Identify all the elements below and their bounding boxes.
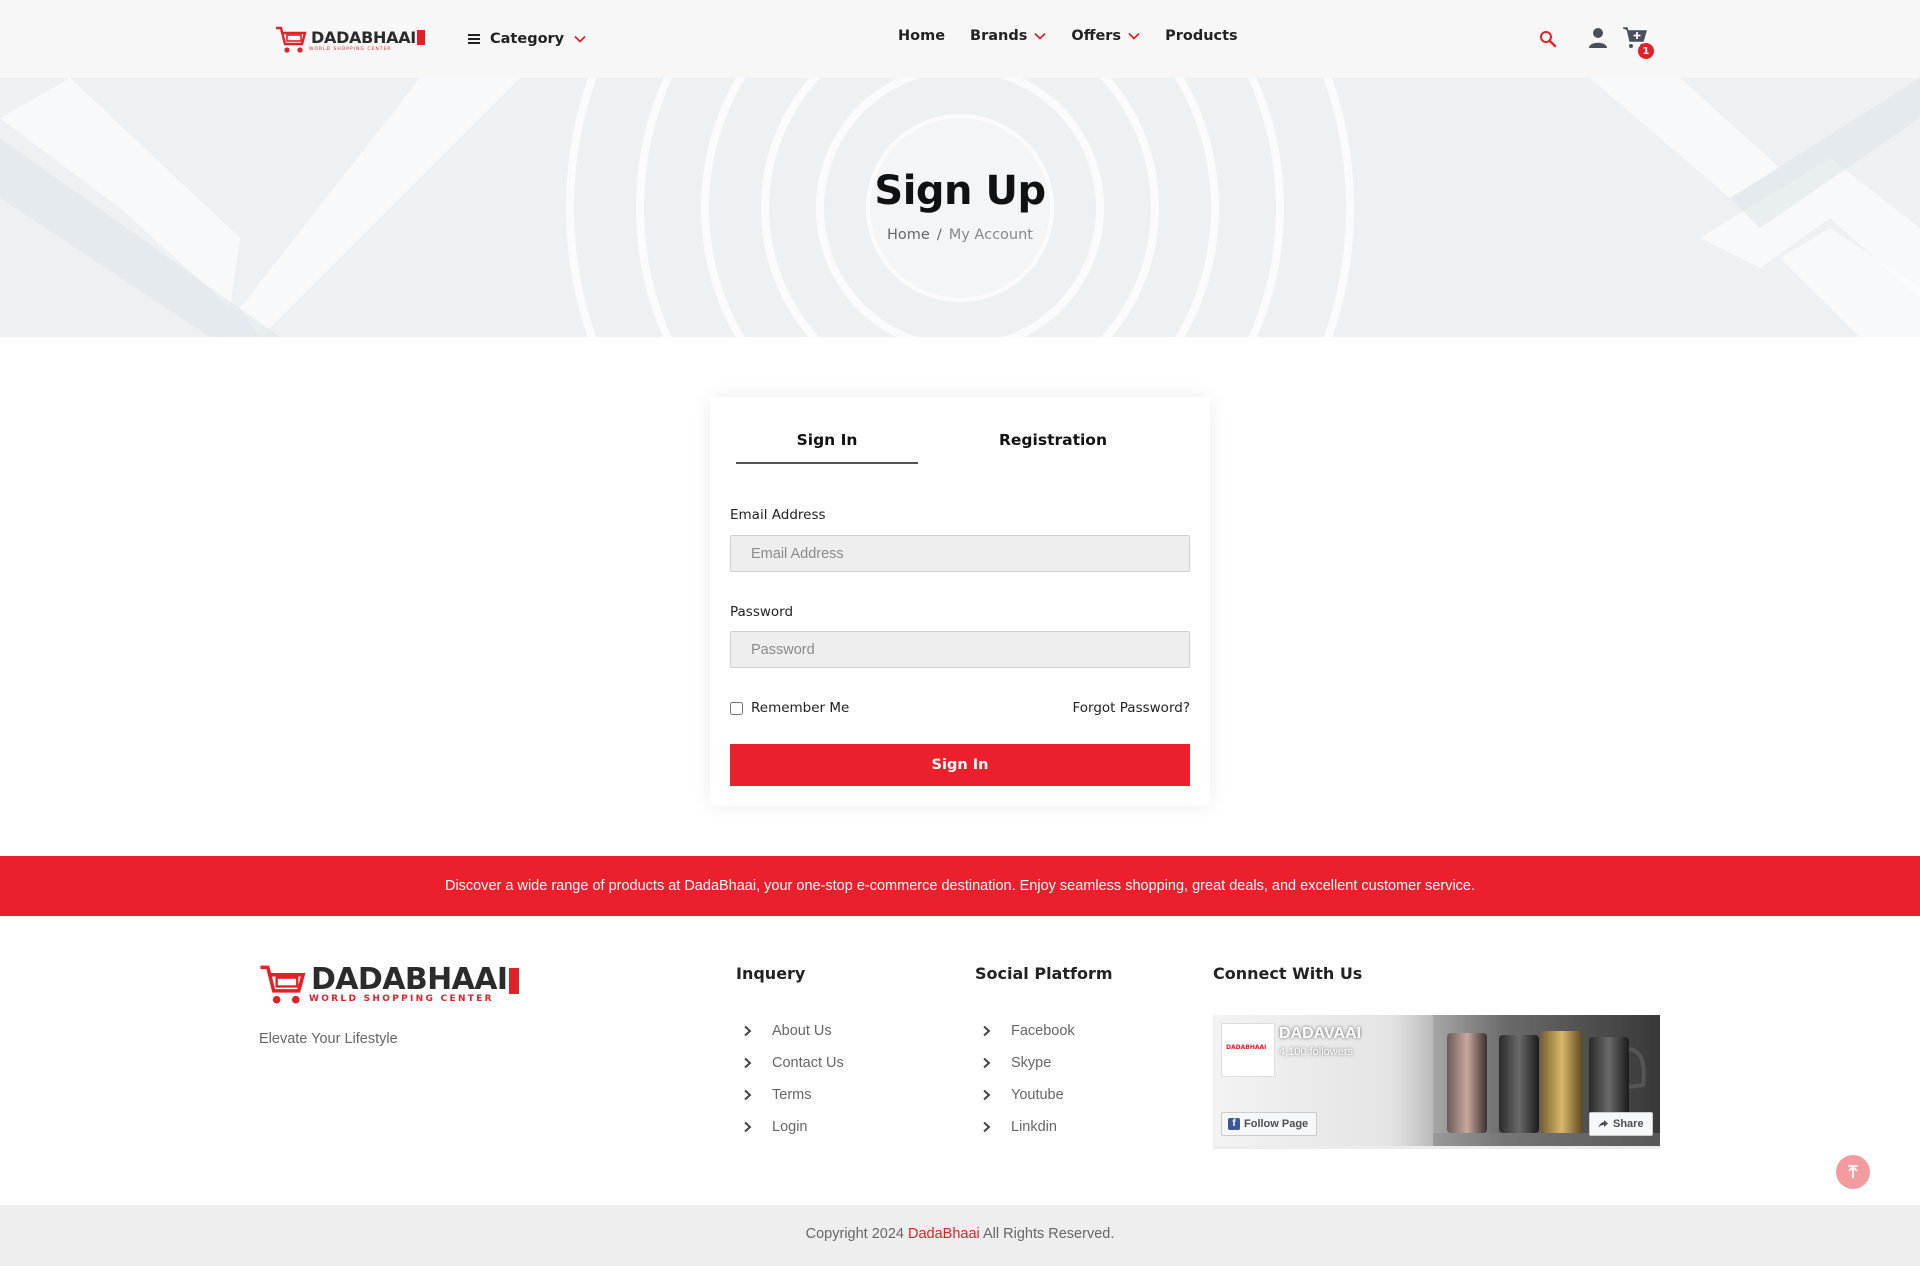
search-icon[interactable] — [1538, 29, 1558, 49]
tab-sign-in[interactable]: Sign In — [736, 431, 918, 449]
chevron-down-icon — [1034, 32, 1047, 40]
remember-me-label: Remember Me — [751, 700, 850, 716]
footer-link-label: Youtube — [1011, 1087, 1064, 1103]
copyright-prefix: Copyright 2024 — [805, 1226, 909, 1242]
chevron-right-icon — [983, 1057, 991, 1069]
nav-brands-label: Brands — [970, 28, 1028, 44]
footer-link-label: Linkdin — [1011, 1119, 1057, 1135]
category-menu-button[interactable]: Category — [468, 29, 586, 49]
fb-followers-count: 4,100 followers — [1279, 1046, 1353, 1058]
footer-inquery-list: About Us Contact Us Terms Login — [736, 1015, 844, 1143]
footer-link-label: About Us — [772, 1023, 832, 1039]
chevron-right-icon — [983, 1025, 991, 1037]
chevron-down-icon — [574, 35, 586, 43]
footer-link-contact-us[interactable]: Contact Us — [736, 1047, 844, 1079]
footer-link-label: Contact Us — [772, 1055, 844, 1071]
footer-logo-subtitle: WORLD SHOPPING CENTER — [309, 994, 494, 1004]
footer-link-label: Facebook — [1011, 1023, 1075, 1039]
facebook-page-widget[interactable]: DADABHAAI DADAVAAI 4,100 followers f Fol… — [1213, 1015, 1660, 1149]
footer-social-list: Facebook Skype Youtube Linkdin — [975, 1015, 1075, 1143]
category-label: Category — [490, 31, 565, 47]
footer-link-label: Terms — [772, 1087, 812, 1103]
page-hero: Sign Up Home / My Account — [0, 78, 1920, 337]
cart-logo-icon — [260, 965, 306, 1004]
fb-page-name[interactable]: DADAVAAI — [1279, 1025, 1361, 1043]
copyright-brand-link[interactable]: DadaBhaai — [908, 1226, 980, 1242]
footer-link-label: Login — [772, 1119, 808, 1135]
main-nav: Home Brands Offers Products — [898, 28, 1238, 44]
email-label: Email Address — [730, 507, 826, 523]
fb-follow-label: Follow Page — [1244, 1118, 1309, 1130]
fb-follow-page-button[interactable]: f Follow Page — [1221, 1112, 1318, 1136]
breadcrumb-separator: / — [936, 227, 942, 243]
footer-inquery-title: Inquery — [736, 964, 806, 983]
logo-tag — [509, 968, 520, 994]
breadcrumb-current: My Account — [948, 227, 1033, 243]
page-title: Sign Up — [874, 168, 1046, 214]
footer-link-skype[interactable]: Skype — [975, 1047, 1075, 1079]
site-logo[interactable]: DADABHAAI WORLD SHOPPING CENTER — [275, 25, 425, 55]
footer-link-facebook[interactable]: Facebook — [975, 1015, 1075, 1047]
copyright-bar: Copyright 2024 DadaBhaai All Rights Rese… — [0, 1205, 1920, 1266]
facebook-icon: f — [1228, 1118, 1240, 1130]
chevron-right-icon — [744, 1089, 752, 1101]
nav-home-label: Home — [898, 28, 946, 44]
active-tab-indicator — [736, 462, 918, 464]
footer-connect-title: Connect With Us — [1213, 964, 1363, 983]
copyright-suffix: All Rights Reserved. — [979, 1226, 1115, 1242]
chevron-right-icon — [744, 1057, 752, 1069]
breadcrumb: Home / My Account — [0, 227, 1920, 243]
footer-link-youtube[interactable]: Youtube — [975, 1079, 1075, 1111]
forgot-password-link[interactable]: Forgot Password? — [1073, 700, 1191, 716]
nav-offers-label: Offers — [1071, 28, 1122, 44]
nav-offers[interactable]: Offers — [1071, 28, 1140, 44]
password-field[interactable] — [730, 631, 1190, 668]
chevron-down-icon — [1128, 32, 1140, 40]
nav-brands[interactable]: Brands — [970, 28, 1047, 44]
chevron-right-icon — [983, 1121, 991, 1133]
cart-logo-icon — [276, 26, 307, 53]
remember-me: Remember Me — [730, 700, 849, 716]
remember-me-checkbox[interactable] — [730, 701, 743, 715]
share-icon — [1598, 1120, 1608, 1128]
footer-tagline: Elevate Your Lifestyle — [259, 1031, 398, 1047]
user-icon[interactable] — [1588, 27, 1608, 49]
fb-page-avatar: DADABHAAI — [1221, 1023, 1275, 1077]
footer-logo-wordmark: DADABHAAI — [311, 962, 508, 997]
hamburger-icon — [468, 34, 480, 44]
footer-link-login[interactable]: Login — [736, 1111, 844, 1143]
auth-card: Sign In Registration Email Address Passw… — [710, 397, 1210, 806]
footer-social-title: Social Platform — [975, 964, 1113, 983]
nav-products[interactable]: Products — [1165, 28, 1238, 44]
chevron-right-icon — [983, 1089, 991, 1101]
footer-link-label: Skype — [1011, 1055, 1052, 1071]
footer-link-about-us[interactable]: About Us — [736, 1015, 844, 1047]
breadcrumb-home-link[interactable]: Home — [887, 227, 930, 243]
sign-in-button[interactable]: Sign In — [730, 744, 1190, 786]
fb-share-button[interactable]: Share — [1589, 1112, 1653, 1136]
logo-subtitle: WORLD SHOPPING CENTER — [309, 46, 392, 52]
chevron-right-icon — [744, 1121, 752, 1133]
logo-wordmark: DADABHAAI — [311, 27, 416, 47]
arrow-up-icon — [1848, 1165, 1858, 1178]
scroll-to-top-button[interactable] — [1836, 1155, 1870, 1189]
nav-products-label: Products — [1165, 28, 1238, 44]
tab-registration[interactable]: Registration — [962, 431, 1144, 449]
footer-logo[interactable]: DADABHAAI WORLD SHOPPING CENTER — [259, 962, 520, 1008]
fb-share-label: Share — [1613, 1118, 1644, 1130]
nav-home[interactable]: Home — [898, 28, 945, 44]
password-label: Password — [730, 604, 794, 620]
email-field[interactable] — [730, 535, 1190, 572]
footer-link-linkdin[interactable]: Linkdin — [975, 1111, 1075, 1143]
logo-tag — [416, 29, 425, 45]
cart-count-badge: 1 — [1638, 43, 1654, 59]
site-header: DADABHAAI WORLD SHOPPING CENTER Category… — [0, 0, 1920, 78]
fb-avatar-wordmark: DADABHAAI — [1226, 1044, 1267, 1051]
promo-banner: Discover a wide range of products at Dad… — [0, 856, 1920, 916]
footer-link-terms[interactable]: Terms — [736, 1079, 844, 1111]
chevron-right-icon — [744, 1025, 752, 1037]
